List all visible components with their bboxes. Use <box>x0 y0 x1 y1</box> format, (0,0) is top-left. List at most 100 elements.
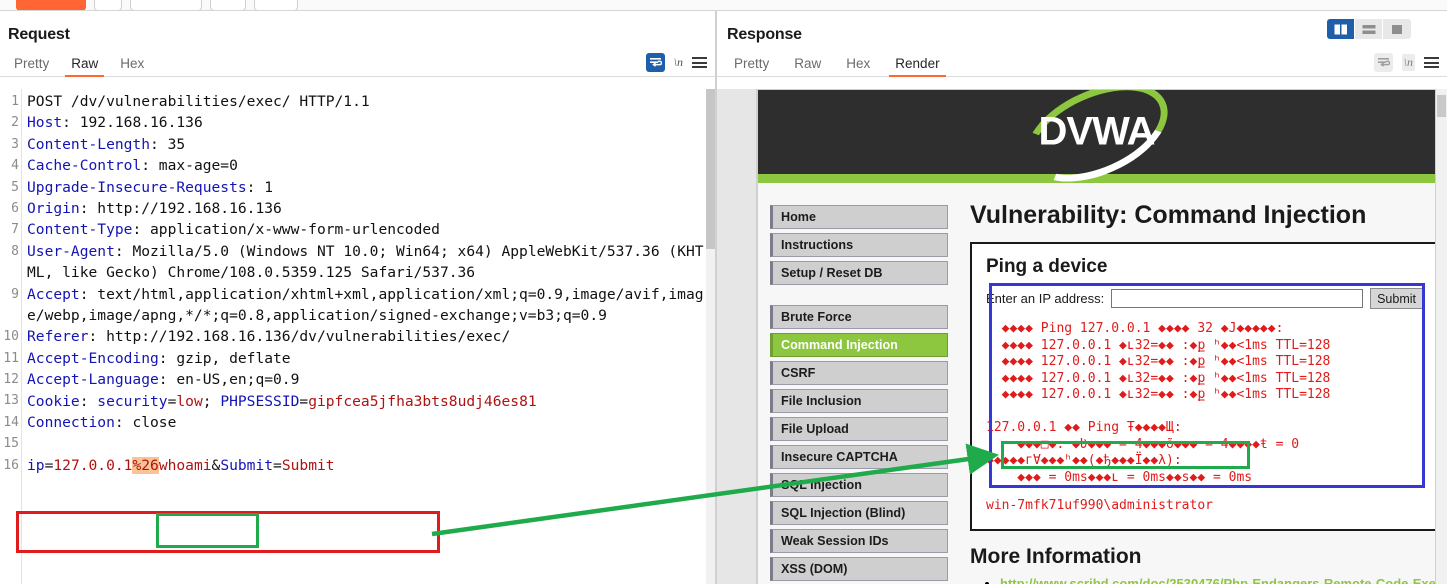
code-token: Content-Type <box>27 221 133 239</box>
code-token: Submit <box>281 456 335 474</box>
sidebar-item-sql-injection[interactable]: SQL Injection <box>770 473 948 497</box>
top-toolbar-strip <box>0 0 1447 11</box>
page-title: Vulnerability: Command Injection <box>970 201 1367 229</box>
line-number: 12 <box>3 372 19 388</box>
line-number: 10 <box>3 329 19 345</box>
word-wrap-icon[interactable] <box>1373 53 1393 72</box>
sidebar-item-weak-session-ids[interactable]: Weak Session IDs <box>770 529 948 553</box>
dvwa-logo: DVWA <box>1010 90 1183 201</box>
response-vertical-scrollbar[interactable] <box>1436 89 1447 584</box>
code-token: gipfcea5jfha3bts8udj46es81 <box>308 392 537 410</box>
tab-request-hex[interactable]: Hex <box>112 56 152 76</box>
split-vertical-layout-button[interactable] <box>1327 19 1355 39</box>
code-token: : Mozilla/5.0 (Windows NT 10.0; Win64; x… <box>27 242 704 282</box>
code-token: low <box>176 392 203 410</box>
request-line <box>27 434 709 455</box>
toolbar-button-5[interactable] <box>254 0 298 10</box>
code-token: Submit <box>220 456 274 474</box>
newline-icon[interactable]: \n <box>1401 54 1415 71</box>
code-token: = <box>273 456 282 474</box>
code-token: Accept-Encoding <box>27 349 159 367</box>
scrollbar-thumb[interactable] <box>1437 95 1446 117</box>
code-token: Accept-Language <box>27 371 159 389</box>
tab-response-raw[interactable]: Raw <box>786 56 829 76</box>
ip-address-input[interactable] <box>1111 289 1364 308</box>
code-token: Cookie <box>27 392 80 410</box>
line-number: 2 <box>11 115 19 131</box>
code-token: = <box>299 392 309 410</box>
tab-response-pretty[interactable]: Pretty <box>726 56 777 76</box>
scrollbar-thumb[interactable] <box>706 89 715 249</box>
ip-form-row: Enter an IP address: Submit <box>986 288 1423 309</box>
code-token: ; <box>202 392 221 410</box>
newline-icon[interactable]: \n <box>674 55 683 70</box>
request-raw-editor[interactable]: 12345678 9 10 11 12 13 14 15 16 POST /dv/vulne… <box>0 89 715 584</box>
sidebar-item-brute-force[interactable]: Brute Force <box>770 305 948 329</box>
code-token: 127.0.0.1 <box>53 456 133 474</box>
code-token: %26 <box>132 456 159 474</box>
code-token: Content-Length <box>27 135 151 153</box>
request-line: Accept: text/html,application/xhtml+xml,… <box>27 284 709 327</box>
sidebar-item-home[interactable]: Home <box>770 205 948 229</box>
sidebar-item-xss-dom[interactable]: XSS (DOM) <box>770 557 948 581</box>
more-information-links: http://www.scribd.com/doc/2530476/Php-En… <box>970 575 1435 584</box>
whoami-output: win-7mfk71uf990\administrator <box>986 498 1213 513</box>
menu-group-gap <box>770 289 948 305</box>
single-pane-layout-button[interactable] <box>1383 19 1411 39</box>
tab-request-raw[interactable]: Raw <box>63 56 106 77</box>
list-item: http://www.scribd.com/doc/2530476/Php-En… <box>1000 575 1435 584</box>
code-token: Accept <box>27 285 80 303</box>
code-token: : gzip, deflate <box>158 349 291 367</box>
line-number: 11 <box>3 350 19 366</box>
code-token: Connection <box>27 414 115 432</box>
request-line: Accept-Encoding: gzip, deflate <box>27 348 709 369</box>
request-vertical-scrollbar[interactable] <box>706 89 715 584</box>
code-token: User-Agent <box>27 242 115 260</box>
line-number-continuation <box>0 305 21 326</box>
layout-toggle-group <box>1327 19 1411 39</box>
toolbar-primary-button[interactable] <box>16 0 86 10</box>
toolbar-button-3[interactable] <box>130 0 202 10</box>
line-number-continuation <box>0 262 21 283</box>
burp-suite-window: Request Pretty Raw Hex \n 1 2 3 4 5 6 7 … <box>0 0 1447 584</box>
response-panel: Response Pretty Raw Hex Render \n DVWA H… <box>717 11 1447 584</box>
line-number-gutter: 12345678 9 10 11 12 13 14 15 16 <box>0 89 22 584</box>
tab-response-render[interactable]: Render <box>887 56 947 77</box>
external-link[interactable]: http://www.scribd.com/doc/2530476/Php-En… <box>1000 576 1435 584</box>
toolbar-button-2[interactable] <box>94 0 122 10</box>
tab-request-pretty[interactable]: Pretty <box>6 56 57 76</box>
sidebar-item-setup-reset-db[interactable]: Setup / Reset DB <box>770 261 948 285</box>
code-token: Host <box>27 114 63 132</box>
sidebar-item-command-injection[interactable]: Command Injection <box>770 333 948 357</box>
code-token: : en-US,en;q=0.9 <box>158 371 300 389</box>
sidebar-item-file-upload[interactable]: File Upload <box>770 417 948 441</box>
hamburger-menu-icon[interactable] <box>692 57 707 68</box>
sidebar-item-instructions[interactable]: Instructions <box>770 233 948 257</box>
code-token: Cache-Control <box>27 157 142 175</box>
line-number: 3 <box>11 136 19 152</box>
code-token: Upgrade-Insecure-Requests <box>27 178 247 196</box>
sidebar-item-insecure-captcha[interactable]: Insecure CAPTCHA <box>770 445 948 469</box>
code-token: : 35 <box>150 135 186 153</box>
word-wrap-icon[interactable] <box>645 53 665 72</box>
code-token: Referer <box>27 328 89 346</box>
tab-response-hex[interactable]: Hex <box>838 56 878 76</box>
request-raw-code[interactable]: POST /dv/vulnerabilities/exec/ HTTP/1.1 H… <box>27 89 709 476</box>
sidebar-item-file-inclusion[interactable]: File Inclusion <box>770 389 948 413</box>
code-token: : http://192.168.16.136 <box>79 200 282 218</box>
hamburger-menu-icon[interactable] <box>1424 57 1439 68</box>
line-number: 14 <box>3 414 19 430</box>
request-line: ip=127.0.0.1%26whoami&Submit=Submit <box>27 455 709 476</box>
sidebar-item-sql-injection-blind[interactable]: SQL Injection (Blind) <box>770 501 948 525</box>
response-tab-icons: \n <box>1373 53 1447 76</box>
request-line: Cookie: security=low; PHPSESSID=gipfcea5… <box>27 391 709 412</box>
request-line: Origin: http://192.168.16.136 <box>27 198 709 219</box>
sidebar-item-csrf[interactable]: CSRF <box>770 361 948 385</box>
toolbar-button-4[interactable] <box>210 0 246 10</box>
submit-button[interactable]: Submit <box>1370 288 1423 309</box>
split-horizontal-layout-button[interactable] <box>1355 19 1383 39</box>
command-output: ◆◆◆◆ Ping 127.0.0.1 ◆◆◆◆ 32 ◆Ĵ◆◆◆◆◆: ◆◆◆… <box>986 321 1331 485</box>
line-number: 6 <box>11 200 19 216</box>
request-tabs: Pretty Raw Hex \n <box>0 48 715 77</box>
code-token: security <box>97 392 168 410</box>
